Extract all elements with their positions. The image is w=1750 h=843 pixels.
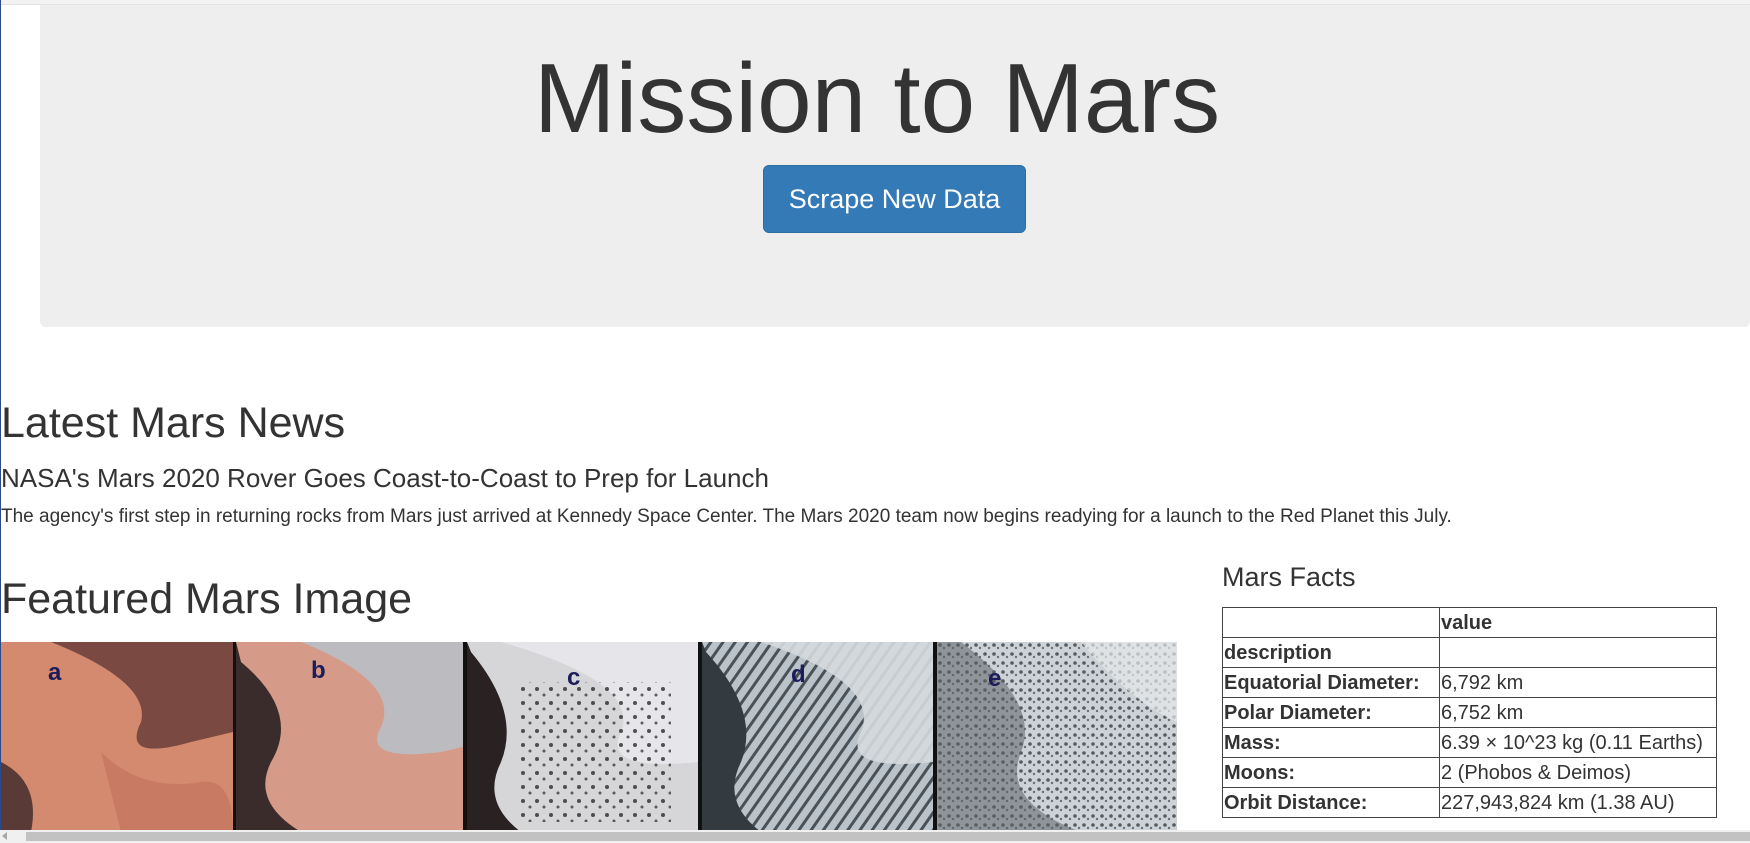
table-row: Mass: 6.39 × 10^23 kg (0.11 Earths) [1222, 727, 1717, 758]
mars-facts-heading: Mars Facts [1222, 562, 1356, 592]
fact-label: Equatorial Diameter: [1222, 667, 1440, 698]
news-paragraph: The agency's first step in returning roc… [1, 506, 1452, 527]
page-title: Mission to Mars [533, 43, 1221, 153]
fact-label: Orbit Distance: [1222, 787, 1440, 818]
fact-label: Polar Diameter: [1222, 697, 1440, 728]
svg-text:a: a [48, 659, 62, 686]
latest-news-heading: Latest Mars News [1, 399, 346, 447]
svg-text:c: c [567, 664, 580, 691]
fact-value: 2 (Phobos & Deimos) [1439, 757, 1717, 788]
news-title: NASA's Mars 2020 Rover Goes Coast-to-Coa… [1, 463, 769, 493]
table-row: Orbit Distance: 227,943,824 km (1.38 AU) [1222, 787, 1717, 818]
jumbotron-header: Mission to Mars Scrape New Data [40, 5, 1750, 327]
scrollbar-thumb[interactable] [26, 832, 1750, 841]
image-panel-b: b [236, 642, 463, 832]
fact-value: 6.39 × 10^23 kg (0.11 Earths) [1439, 727, 1717, 758]
table-index-blank [1439, 637, 1717, 668]
fact-value: 227,943,824 km (1.38 AU) [1439, 787, 1717, 818]
featured-mars-image[interactable]: a b c d e [1, 642, 1177, 832]
table-index-label: description [1222, 637, 1440, 668]
fact-value: 6,792 km [1439, 667, 1717, 698]
table-row: Equatorial Diameter: 6,792 km [1222, 667, 1717, 698]
table-header-row: value [1222, 607, 1717, 638]
image-panel-c: c [467, 642, 698, 832]
featured-image-heading: Featured Mars Image [1, 575, 413, 623]
image-panel-e: e [937, 642, 1177, 832]
mars-facts-table: value description Equatorial Diameter: 6… [1222, 607, 1717, 818]
table-header-blank [1222, 607, 1440, 638]
fact-value: 6,752 km [1439, 697, 1717, 728]
scrape-new-data-button[interactable]: Scrape New Data [763, 165, 1026, 233]
svg-text:d: d [791, 661, 806, 688]
scroll-left-arrow-icon[interactable] [2, 832, 7, 840]
svg-text:e: e [988, 665, 1001, 692]
table-row: Polar Diameter: 6,752 km [1222, 697, 1717, 728]
table-header-value: value [1439, 607, 1717, 638]
fact-label: Mass: [1222, 727, 1440, 758]
image-panel-a: a [1, 642, 233, 832]
table-row: Moons: 2 (Phobos & Deimos) [1222, 757, 1717, 788]
fact-label: Moons: [1222, 757, 1440, 788]
image-panel-d: d [702, 642, 933, 832]
table-index-row: description [1222, 637, 1717, 668]
horizontal-scrollbar[interactable] [0, 830, 1750, 843]
svg-text:b: b [311, 657, 326, 684]
